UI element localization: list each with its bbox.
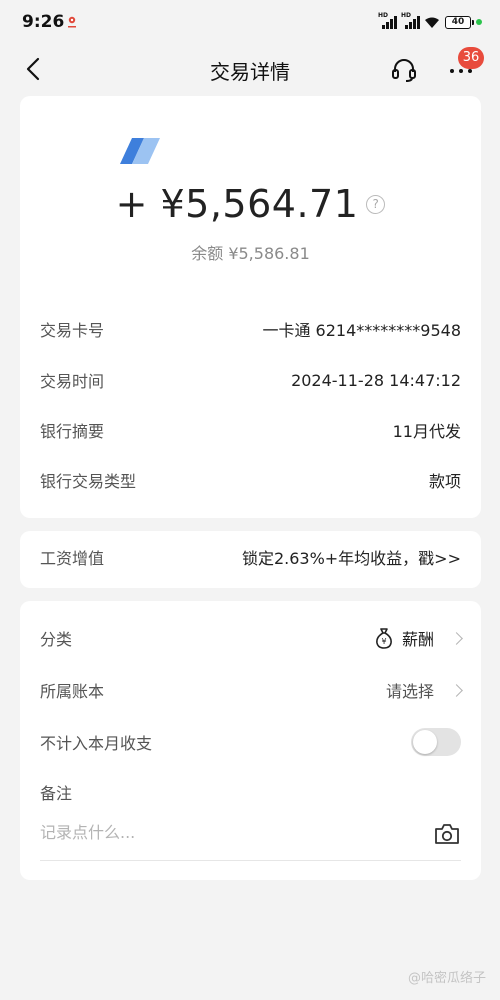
detail-value: 11月代发 [392,422,461,441]
exclude-label: 不计入本月收支 [40,734,153,753]
note-input[interactable] [40,823,400,842]
balance-text: 余额 ¥5,586.81 [191,244,310,263]
transaction-amount: + ¥5,564.71 [115,182,359,226]
status-time: 9:26 [22,12,65,32]
category-row[interactable]: 分类 ¥ 薪酬 [40,623,463,653]
page-title: 交易详情 [210,60,290,84]
divider [40,860,461,861]
category-label: 分类 [40,630,73,649]
notification-badge: 36 [458,47,484,69]
customer-service-icon[interactable] [390,56,418,84]
account-selector[interactable]: 请选择 [385,678,463,702]
detail-row-type: 银行交易类型 款项 [40,465,461,495]
detail-label: 交易时间 [40,372,105,391]
detail-label: 银行交易类型 [40,472,137,491]
bookkeeping-card: 分类 ¥ 薪酬 所属账本 请选择 不计入本月收支 备注 [20,601,481,880]
signal-icon: HD [378,12,397,29]
wifi-icon [425,17,439,28]
money-bag-icon: ¥ [376,628,392,649]
account-value: 请选择 [385,682,434,701]
category-selector[interactable]: ¥ 薪酬 [374,626,463,650]
transaction-card: + ¥5,564.71 ? 余额 ¥5,586.81 交易卡号 一卡通 6214… [20,96,481,518]
account-label: 所属账本 [40,682,105,701]
battery-icon: 40 [445,15,474,29]
watermark: @哈密瓜络子 [407,971,486,986]
detail-value: 一卡通 6214********9548 [262,321,461,340]
status-bar: 9:26 HD HD 40 [0,0,500,44]
promo-label: 工资增值 [40,549,105,568]
exclude-toggle[interactable] [411,728,461,756]
category-value: 薪酬 [401,630,434,649]
help-icon[interactable]: ? [366,194,386,214]
note-label: 备注 [40,784,73,803]
detail-row-summary: 银行摘要 11月代发 [40,415,461,445]
detail-label: 银行摘要 [40,422,105,441]
detail-row-time: 交易时间 2024-11-28 14:47:12 [40,365,461,395]
amount-display: + ¥5,564.71 ? [20,182,481,226]
account-row[interactable]: 所属账本 请选择 [40,675,463,705]
status-icons: HD HD 40 [378,12,482,32]
exclude-row: 不计入本月收支 [40,727,461,757]
nav-bar: 交易详情 [0,44,500,94]
location-icon [68,16,76,28]
detail-label: 交易卡号 [40,321,105,340]
chevron-right-icon [450,683,463,697]
camera-icon[interactable] [434,823,460,845]
promo-card[interactable]: 工资增值 锁定2.63%+年均收益，戳>> [20,531,481,588]
charging-dot-icon [476,19,482,25]
note-row: 备注 [40,777,461,807]
svg-text:¥: ¥ [381,637,386,646]
toggle-knob [413,730,437,754]
detail-row-card-number: 交易卡号 一卡通 6214********9548 [40,314,461,344]
signal-2-icon: HD [401,12,420,29]
detail-value: 款项 [428,472,461,491]
bank-logo-icon [120,138,160,164]
detail-value: 2024-11-28 14:47:12 [291,370,461,390]
promo-link[interactable]: 锁定2.63%+年均收益，戳>> [242,545,461,569]
chevron-right-icon [450,631,463,645]
